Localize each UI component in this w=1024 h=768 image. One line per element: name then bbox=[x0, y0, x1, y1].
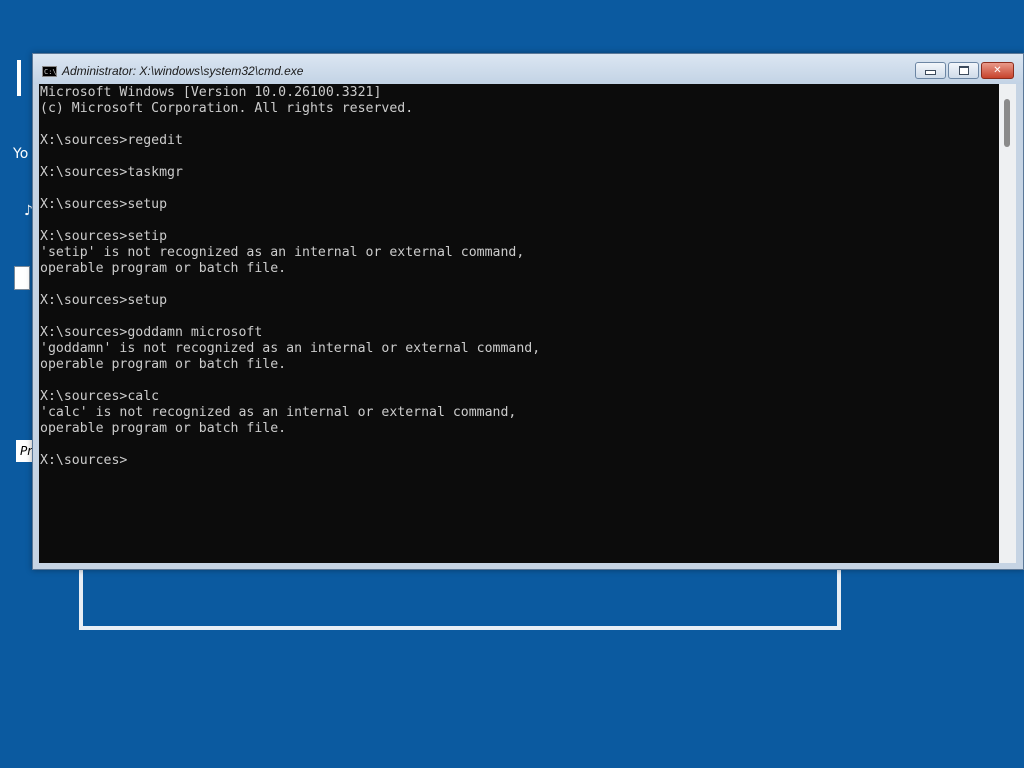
console-text: Microsoft Windows [Version 10.0.26100.33… bbox=[40, 85, 540, 469]
console-line: X:\sources>setip bbox=[40, 229, 168, 244]
console-line: X:\sources> bbox=[40, 453, 128, 468]
setup-window-edge bbox=[17, 60, 21, 96]
console-line: X:\sources>calc bbox=[40, 389, 160, 404]
console-line: operable program or batch file. bbox=[40, 261, 287, 276]
console-line: X:\sources>setup bbox=[40, 197, 168, 212]
console-line: operable program or batch file. bbox=[40, 421, 287, 436]
minimize-icon bbox=[925, 70, 936, 75]
scrollbar-thumb[interactable] bbox=[1004, 99, 1010, 147]
vertical-scrollbar[interactable] bbox=[999, 84, 1016, 563]
console-line: Microsoft Windows [Version 10.0.26100.33… bbox=[40, 85, 382, 100]
console-line: X:\sources>goddamn microsoft bbox=[40, 325, 263, 340]
setup-window-text: Yo bbox=[13, 146, 29, 162]
console-line: (c) Microsoft Corporation. All rights re… bbox=[40, 101, 414, 116]
console-line: operable program or batch file. bbox=[40, 357, 287, 372]
desktop-background: Yo ♪ Pr C:\ Administrator: X:\windows\sy… bbox=[0, 0, 1024, 768]
maximize-icon bbox=[958, 66, 969, 75]
close-button[interactable]: ✕ bbox=[981, 62, 1014, 79]
window-title: Administrator: X:\windows\system32\cmd.e… bbox=[62, 64, 304, 78]
console-line: 'goddamn' is not recognized as an intern… bbox=[40, 341, 541, 356]
console-line: X:\sources>regedit bbox=[40, 133, 183, 148]
cmd-icon[interactable]: C:\ bbox=[42, 66, 57, 77]
console-line: 'calc' is not recognized as an internal … bbox=[40, 405, 517, 420]
minimize-button[interactable] bbox=[915, 62, 946, 79]
close-icon: ✕ bbox=[993, 65, 1002, 76]
console-line: X:\sources>setup bbox=[40, 293, 168, 308]
console-line: X:\sources>taskmgr bbox=[40, 165, 183, 180]
setup-window-frame bbox=[79, 560, 841, 630]
title-bar[interactable]: C:\ Administrator: X:\windows\system32\c… bbox=[33, 54, 1023, 84]
setup-window-field[interactable] bbox=[14, 266, 30, 290]
console-line: 'setip' is not recognized as an internal… bbox=[40, 245, 525, 260]
cmd-window[interactable]: C:\ Administrator: X:\windows\system32\c… bbox=[32, 53, 1024, 570]
console-output[interactable]: Microsoft Windows [Version 10.0.26100.33… bbox=[39, 84, 999, 563]
maximize-button[interactable] bbox=[948, 62, 979, 79]
